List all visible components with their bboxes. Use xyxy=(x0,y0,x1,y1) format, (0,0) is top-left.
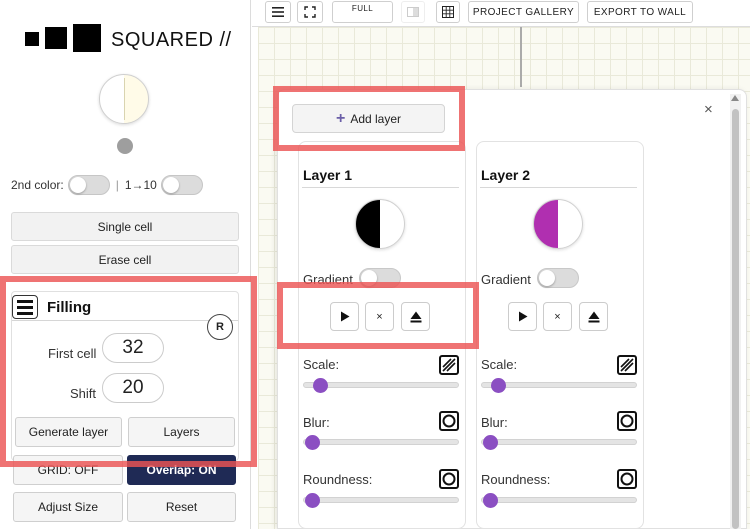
add-layer-label: Add layer xyxy=(350,111,402,126)
blur-slider-thumb[interactable] xyxy=(483,435,498,450)
split-view-icon[interactable] xyxy=(401,1,425,23)
color-options-row: 2nd color: | 1→10 xyxy=(11,174,203,196)
menu-icon[interactable] xyxy=(265,1,291,23)
blur-label: Blur: xyxy=(303,415,330,430)
layer-color-swatch[interactable] xyxy=(533,199,583,249)
layer-color-swatch[interactable] xyxy=(355,199,405,249)
roundness-slider-thumb[interactable] xyxy=(305,493,320,508)
layer-title: Layer 2 xyxy=(481,167,531,183)
gradient-toggle[interactable] xyxy=(359,268,401,288)
scroll-up-icon[interactable] xyxy=(731,95,739,101)
shift-input[interactable]: 20 xyxy=(102,373,164,403)
grid-toggle-button[interactable]: GRID: OFF xyxy=(13,455,123,485)
generate-layer-button[interactable]: Generate layer xyxy=(15,417,122,447)
blur-slider-thumb[interactable] xyxy=(305,435,320,450)
roundness-slider-thumb[interactable] xyxy=(483,493,498,508)
scale-slider-thumb[interactable] xyxy=(313,378,328,393)
roundness-slider-track[interactable] xyxy=(481,497,637,503)
sidebar: SQUARED // 2nd color: | 1→10 Single cell… xyxy=(0,0,251,529)
play-button[interactable] xyxy=(508,302,537,331)
blur-circle-icon[interactable] xyxy=(439,411,459,431)
divider xyxy=(302,187,459,188)
plus-icon: + xyxy=(335,109,346,127)
app-logo: SQUARED // xyxy=(25,24,232,52)
roundness-label: Roundness: xyxy=(481,472,551,487)
eject-button[interactable] xyxy=(401,302,430,331)
layers-button[interactable]: Layers xyxy=(128,417,235,447)
overlap-toggle-button[interactable]: Overlap: ON xyxy=(127,455,236,485)
scrollbar-thumb[interactable] xyxy=(732,109,739,529)
canvas-guide-line xyxy=(520,27,522,87)
app-title: SQUARED // xyxy=(111,29,232,51)
gradient-label: Gradient xyxy=(481,272,531,287)
scale-label: Scale: xyxy=(481,357,518,372)
single-cell-button[interactable]: Single cell xyxy=(11,212,239,241)
first-cell-input[interactable]: 32 xyxy=(102,333,164,363)
roundness-circle-icon[interactable] xyxy=(439,469,459,489)
top-toolbar: FULL PROJECT GALLERY EXPORT TO WALL xyxy=(252,0,750,27)
filling-title: Filling xyxy=(47,299,92,316)
logo-square-large-icon xyxy=(73,24,101,52)
fullscreen-icon[interactable] xyxy=(297,1,323,23)
erase-cell-button[interactable]: Erase cell xyxy=(11,245,239,274)
menu-icon[interactable] xyxy=(12,295,38,319)
shift-label: Shift xyxy=(70,386,97,401)
range-toggle[interactable] xyxy=(160,175,203,195)
close-icon[interactable]: × xyxy=(704,101,713,118)
roundness-slider-track[interactable] xyxy=(303,497,459,503)
divider xyxy=(12,320,238,321)
grid-view-icon[interactable] xyxy=(436,1,460,23)
divider: | xyxy=(115,178,119,192)
scale-pattern-icon[interactable] xyxy=(439,355,459,375)
second-color-toggle[interactable] xyxy=(67,175,110,195)
reset-button[interactable]: Reset xyxy=(127,492,236,522)
first-cell-label: First cell xyxy=(48,346,97,361)
roundness-label: Roundness: xyxy=(303,472,373,487)
divider xyxy=(480,187,637,188)
blur-circle-icon[interactable] xyxy=(617,411,637,431)
reset-badge-button[interactable]: R xyxy=(207,314,233,340)
logo-square-medium-icon xyxy=(45,27,67,49)
range-label: 1→10 xyxy=(124,178,157,192)
play-icon xyxy=(340,311,349,322)
eject-icon xyxy=(410,311,421,322)
scale-slider-thumb[interactable] xyxy=(491,378,506,393)
layer-title: Layer 1 xyxy=(303,167,353,183)
full-button[interactable]: FULL xyxy=(332,1,393,23)
play-icon xyxy=(518,311,527,322)
blur-slider-track[interactable] xyxy=(481,439,637,445)
eject-icon xyxy=(588,311,599,322)
add-layer-button[interactable]: + Add layer xyxy=(292,104,445,133)
second-color-label: 2nd color: xyxy=(11,178,64,192)
stop-button[interactable]: × xyxy=(365,302,394,331)
color-picker[interactable] xyxy=(99,74,149,124)
adjust-size-button[interactable]: Adjust Size xyxy=(13,492,123,522)
project-gallery-button[interactable]: PROJECT GALLERY xyxy=(468,1,579,23)
stop-button[interactable]: × xyxy=(543,302,572,331)
blur-slider-track[interactable] xyxy=(303,439,459,445)
scale-pattern-icon[interactable] xyxy=(617,355,637,375)
gradient-toggle[interactable] xyxy=(537,268,579,288)
blur-label: Blur: xyxy=(481,415,508,430)
secondary-color-dot[interactable] xyxy=(117,138,133,154)
roundness-circle-icon[interactable] xyxy=(617,469,637,489)
logo-square-small-icon xyxy=(25,32,39,46)
scale-label: Scale: xyxy=(303,357,340,372)
gradient-label: Gradient xyxy=(303,272,353,287)
play-button[interactable] xyxy=(330,302,359,331)
export-to-wall-button[interactable]: EXPORT TO WALL xyxy=(587,1,693,23)
eject-button[interactable] xyxy=(579,302,608,331)
